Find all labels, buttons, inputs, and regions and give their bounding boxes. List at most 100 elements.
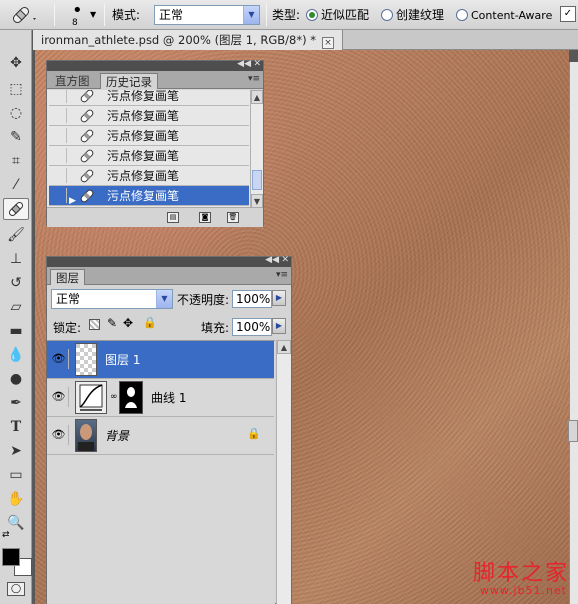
move-tool-icon[interactable]: ✥ [3,52,29,74]
history-item-label: 污点修复画笔 [107,149,180,163]
chevron-down-icon: ▼ [90,10,97,19]
collapse-icon[interactable]: ◀◀ [265,255,279,265]
blend-mode-select[interactable]: 正常 ▼ [51,289,173,309]
options-bar: • 8 ▼ 模式: 正常 ▼ 类型: 近似匹配 创建纹理 Content-Awa… [0,0,578,30]
history-panel-tabs: 直方图 历史记录 ▾≡ [47,71,263,89]
type-radio-content-aware[interactable]: Content-Aware [456,0,552,30]
dodge-tool-icon[interactable]: ● [3,368,29,390]
snapshot-source-checkbox[interactable] [53,90,67,103]
layers-list: 👁 图层 1 👁 ∞ 曲线 1 👁 背景 🔒 [47,340,275,604]
collapsed-panel-icon[interactable] [568,420,578,442]
lock-position-icon[interactable]: ✥ [123,316,133,330]
close-icon[interactable]: × [321,37,334,49]
panel-title-bar[interactable]: ◀◀ ✕ [47,255,291,267]
gradient-tool-icon[interactable]: ▬ [3,320,29,342]
lock-pixels-icon[interactable]: ✎ [107,316,117,330]
fill-input[interactable]: 100% [232,318,272,336]
create-snapshot-icon[interactable]: ◙ [199,212,211,223]
history-item-selected[interactable]: ▶ 污点修复画笔 [49,186,249,206]
crop-tool-icon[interactable]: ⌗ [3,150,29,172]
snapshot-source-checkbox[interactable] [53,128,67,143]
spot-healing-brush-tool-icon[interactable] [3,198,29,220]
scroll-up-icon[interactable]: ▲ [251,90,263,104]
quick-mask-icon[interactable]: ◯ [7,582,25,596]
history-item-label: 污点修复画笔 [107,129,180,143]
pen-tool-icon[interactable]: ✒ [3,392,29,414]
eye-icon[interactable]: 👁 [49,425,69,445]
layer-row-background[interactable]: 👁 背景 🔒 [47,417,274,455]
history-panel: ◀◀ ✕ 直方图 历史记录 ▾≡ 污点修复画笔 污点修复画笔 污点修复画笔 污点修… [46,59,264,227]
brush-tool-icon[interactable]: 🖌 [3,224,29,246]
marquee-tool-icon[interactable]: ⬚ [3,78,29,100]
snapshot-source-checkbox[interactable] [53,108,67,123]
eyedropper-tool-icon[interactable]: ⁄ [3,174,29,196]
close-icon[interactable]: ✕ [281,255,289,265]
layer-row-layer1[interactable]: 👁 图层 1 [47,341,274,379]
link-icon[interactable]: ∞ [110,392,118,402]
tab-history[interactable]: 历史记录 [100,73,158,89]
shape-tool-icon[interactable]: ▭ [3,464,29,486]
type-radio-texture[interactable]: 创建纹理 [381,0,444,30]
scroll-up-icon[interactable]: ▲ [277,340,291,354]
layer-name[interactable]: 背景 [105,417,129,455]
collapse-icon[interactable]: ◀◀ [237,59,251,69]
document-tab[interactable]: ironman_athlete.psd @ 200% (图层 1, RGB/8*… [33,30,343,50]
eye-icon[interactable]: 👁 [49,387,69,407]
tab-layers[interactable]: 图层 [50,269,85,285]
eye-icon[interactable]: 👁 [49,349,69,369]
foreground-color-swatch[interactable] [2,548,20,566]
opacity-input[interactable]: 100% [232,290,272,308]
path-selection-tool-icon[interactable]: ➤ [3,440,29,462]
history-item-label: 污点修复画笔 [107,169,180,183]
history-brush-tool-icon[interactable]: ↺ [3,272,29,294]
quick-selection-tool-icon[interactable]: ✎ [3,126,29,148]
mode-select[interactable]: 正常 ▼ [154,5,260,25]
lock-all-icon[interactable]: 🔒 [143,316,157,329]
new-document-from-state-icon[interactable]: ▤ [167,212,179,223]
layers-scrollbar[interactable]: ▲ [276,340,291,604]
clone-stamp-tool-icon[interactable]: ⊥ [3,248,29,270]
snapshot-source-checkbox[interactable] [53,188,67,203]
pressure-size-icon[interactable]: ✓ [560,6,576,22]
history-item[interactable]: 污点修复画笔 [49,166,249,186]
blur-tool-icon[interactable]: 💧 [3,344,29,366]
spot-healing-brush-icon [80,189,94,203]
type-radio-proximity[interactable]: 近似匹配 [306,0,369,30]
opacity-slider-arrow-icon[interactable]: ▶ [272,290,286,306]
layer-name[interactable]: 曲线 1 [151,379,186,417]
fill-slider-arrow-icon[interactable]: ▶ [272,318,286,334]
curves-adjustment-icon [75,381,107,414]
close-icon[interactable]: ✕ [253,59,261,69]
panel-menu-icon[interactable]: ▾≡ [276,270,288,280]
panel-title-bar[interactable]: ◀◀ ✕ [47,59,263,71]
layer-mask-thumbnail[interactable] [119,381,143,414]
spot-healing-brush-icon [80,90,94,103]
snapshot-source-checkbox[interactable] [53,168,67,183]
hand-tool-icon[interactable]: ✋ [3,488,29,510]
history-state-marker-icon: ▶ [69,196,76,206]
fill-label: 填充: [201,321,230,335]
history-item[interactable]: 污点修复画笔 [49,146,249,166]
scroll-down-icon[interactable]: ▼ [251,194,263,208]
healing-brush-preset-icon[interactable] [6,0,36,30]
spot-healing-brush-icon [80,109,94,123]
history-item[interactable]: 污点修复画笔 [49,106,249,126]
panel-menu-icon[interactable]: ▾≡ [248,74,260,84]
history-item[interactable]: 污点修复画笔 [49,126,249,146]
layer-name[interactable]: 图层 1 [105,341,140,379]
history-scrollbar[interactable]: ▲ ▼ [250,90,263,208]
lock-transparency-icon[interactable] [89,319,100,330]
lasso-tool-icon[interactable]: ◌ [3,102,29,124]
history-item[interactable]: 污点修复画笔 [49,90,249,106]
snapshot-source-checkbox[interactable] [53,148,67,163]
trash-icon[interactable]: 🗑 [227,212,239,223]
tab-histogram[interactable]: 直方图 [50,73,95,89]
type-tool-icon[interactable]: T [3,416,29,438]
lock-label: 锁定: [53,321,82,335]
scrollbar-thumb[interactable] [252,170,262,190]
type-option-label: 创建纹理 [396,8,445,22]
brush-size-picker[interactable]: • 8 ▼ [62,0,102,30]
layer-row-curves1[interactable]: 👁 ∞ 曲线 1 [47,379,274,417]
eraser-tool-icon[interactable]: ▱ [3,296,29,318]
swap-colors-icon[interactable]: ⇄ [2,530,10,540]
